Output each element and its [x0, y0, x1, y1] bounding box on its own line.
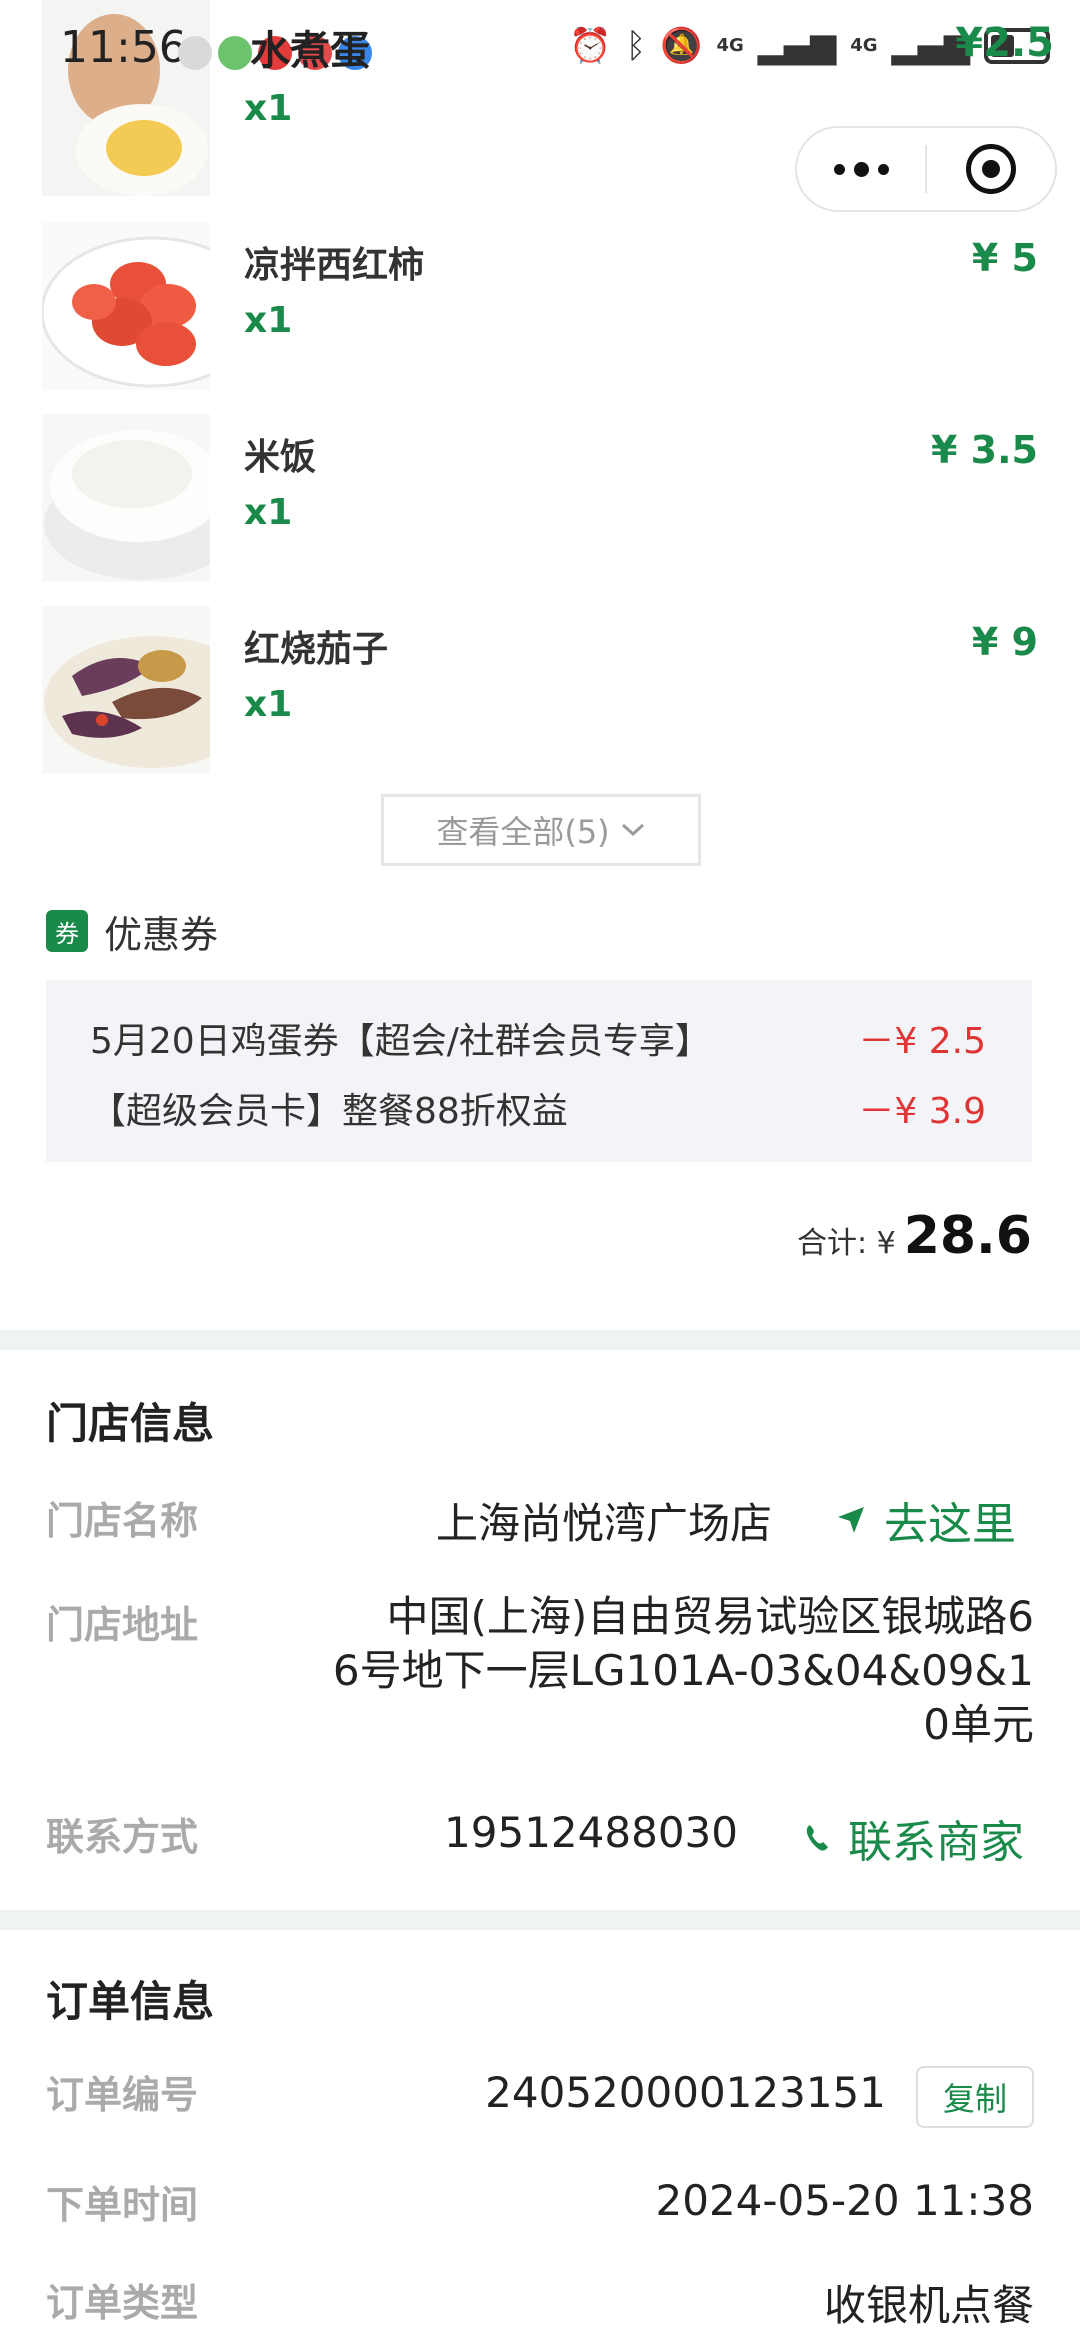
contact-merchant-label: 联系商家: [848, 1817, 1024, 1868]
address-line: 0单元: [923, 1700, 1034, 1749]
close-button[interactable]: [927, 128, 1055, 210]
navigate-button[interactable]: 去这里: [836, 1488, 1016, 1552]
order-time-label: 下单时间: [46, 2183, 199, 2227]
more-button[interactable]: [797, 128, 925, 210]
chevron-down-icon: [621, 823, 644, 837]
store-address-label: 门店地址: [46, 1603, 199, 1647]
rice-image: [42, 414, 210, 582]
dish-price: ¥ 3.5: [931, 428, 1038, 472]
dish-price: ¥ 5: [971, 236, 1038, 280]
section-divider: [0, 1330, 1080, 1350]
dish-qty: x1: [244, 684, 293, 725]
wechat-icon: [218, 36, 252, 70]
coupon-title: 优惠券: [104, 912, 219, 957]
order-total: 合计: ¥ 28.6: [797, 1206, 1032, 1266]
store-address: 中国(上海)自由贸易试验区银城路6 6号地下一层LG101A-03&04&09&…: [274, 1590, 1034, 1752]
coupon-icon: 券: [46, 910, 88, 952]
mute-icon: 🔕: [660, 26, 703, 66]
navigate-label: 去这里: [884, 1499, 1016, 1550]
mini-program-title: 水煮蛋: [250, 28, 370, 74]
coupon-amount: －¥ 3.9: [858, 1091, 986, 1132]
coupon-list: 5月20日鸡蛋券【超会/社群会员专享】 －¥ 2.5 【超级会员卡】整餐88折权…: [46, 980, 1032, 1162]
copy-button[interactable]: 复制: [916, 2066, 1034, 2128]
dish-qty: x1: [244, 492, 293, 533]
order-type-label: 订单类型: [46, 2281, 199, 2325]
navigation-arrow-icon: [838, 1507, 864, 1533]
contact-merchant-button[interactable]: 联系商家: [804, 1806, 1024, 1870]
order-info-title: 订单信息: [46, 1977, 215, 2026]
signal-bars-icon: ▂▄▆: [757, 26, 837, 66]
alarm-icon: ⏰: [569, 26, 612, 66]
section-divider: [0, 1910, 1080, 1930]
dish-item-rice: 米饭 x1 ¥ 3.5: [0, 414, 1080, 584]
dish-item-tomato: 凉拌西红柿 x1 ¥ 5: [0, 222, 1080, 392]
dish-price-partial: ¥2.5: [955, 20, 1054, 66]
bluetooth-icon: ᛒ: [625, 26, 647, 66]
total-value: 28.6: [903, 1206, 1032, 1266]
coupon-item: 【超级会员卡】整餐88折权益 －¥ 3.9: [46, 1072, 1032, 1132]
more-icon-dot: [833, 163, 845, 175]
dish-qty: x1: [244, 300, 293, 341]
contact-label: 联系方式: [46, 1815, 199, 1859]
total-label: 合计: ¥: [796, 1226, 896, 1261]
mini-program-capsule: [795, 126, 1057, 212]
dish-price: ¥ 9: [971, 620, 1038, 664]
dish-name: 凉拌西红柿: [244, 245, 425, 286]
store-name: 上海尚悦湾广场店: [435, 1499, 772, 1548]
status-bar: 11:56 水煮蛋 ⏰ ᛒ 🔕 4G ▂▄▆ 4G ▂▄▆: [0, 0, 1080, 100]
order-time: 2024-05-20 11:38: [655, 2176, 1034, 2225]
order-number-label: 订单编号: [46, 2073, 199, 2117]
phone-icon: [806, 1825, 828, 1851]
view-all-button[interactable]: 查看全部(5): [381, 794, 701, 866]
coupon-header: 券 优惠券: [46, 906, 219, 957]
store-name-label: 门店名称: [46, 1499, 199, 1543]
more-icon-dot: [877, 163, 889, 175]
view-all-label: 查看全部(5): [436, 813, 610, 851]
close-icon: [966, 144, 1016, 194]
braised-eggplant-image: [42, 606, 210, 774]
store-phone: 19512488030: [444, 1808, 738, 1857]
dish-name: 红烧茄子: [244, 629, 389, 670]
address-line: 6号地下一层LG101A-03&04&09&1: [332, 1646, 1034, 1695]
store-info-title: 门店信息: [46, 1399, 215, 1448]
notification-icon: [178, 36, 212, 70]
more-icon-dot: [853, 161, 869, 177]
signal-4g-icon: 4G: [716, 35, 744, 56]
coupon-name: 【超级会员卡】整餐88折权益: [90, 1091, 568, 1132]
coupon-name: 5月20日鸡蛋券【超会/社群会员专享】: [90, 1021, 711, 1062]
coupon-item: 5月20日鸡蛋券【超会/社群会员专享】 －¥ 2.5: [46, 1002, 1032, 1062]
signal-4g-icon-2: 4G: [850, 35, 878, 56]
order-number: 240520000123151: [485, 2068, 886, 2117]
order-type: 收银机点餐: [823, 2281, 1034, 2330]
dish-name: 米饭: [244, 437, 317, 478]
coupon-amount: －¥ 2.5: [858, 1021, 986, 1062]
address-line: 中国(上海)自由贸易试验区银城路6: [386, 1592, 1035, 1641]
dish-item-eggplant: 红烧茄子 x1 ¥ 9: [0, 606, 1080, 776]
tomato-salad-image: [42, 222, 210, 390]
status-time: 11:56: [60, 22, 187, 73]
